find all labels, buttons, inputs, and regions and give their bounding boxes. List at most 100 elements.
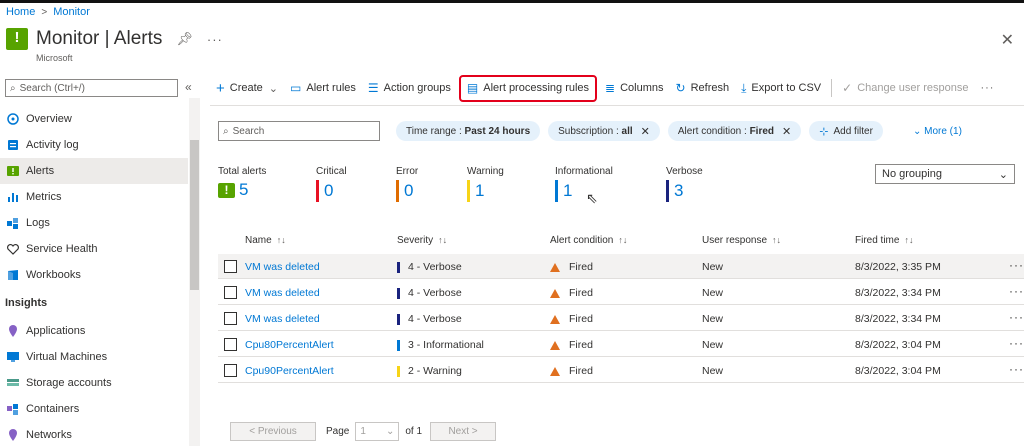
column-header-user-response[interactable]: User response ↑↓ bbox=[702, 235, 781, 246]
table-row[interactable]: Cpu80PercentAlert 3 - Informational Fire… bbox=[218, 332, 1024, 357]
row-checkbox[interactable] bbox=[224, 338, 237, 351]
row-more-icon[interactable]: ··· bbox=[1009, 362, 1024, 376]
summary-warning-value: 1 bbox=[475, 181, 485, 200]
toolbar-more-button[interactable]: ··· bbox=[974, 76, 1000, 100]
summary-warning-label: Warning bbox=[467, 166, 504, 177]
alerts-search-input[interactable]: ⌕ Search bbox=[218, 121, 380, 141]
more-filters-link[interactable]: ⌄ More (1) bbox=[913, 126, 962, 137]
sidebar-scrollbar[interactable] bbox=[189, 98, 200, 446]
more-icon[interactable]: ··· bbox=[207, 32, 223, 47]
alert-name-link[interactable]: VM was deleted bbox=[245, 313, 320, 325]
row-checkbox[interactable] bbox=[224, 312, 237, 325]
create-button[interactable]: + Create ⌄ bbox=[210, 76, 284, 100]
sidebar: ⌕ Search (Ctrl+/) « Overview Activity lo… bbox=[0, 76, 202, 446]
row-checkbox[interactable] bbox=[224, 364, 237, 377]
breadcrumb-home[interactable]: Home bbox=[6, 6, 35, 18]
page-count: of 1 bbox=[405, 426, 423, 437]
summary-critical-value: 0 bbox=[324, 181, 334, 200]
sidebar-item-label: Activity log bbox=[26, 139, 79, 151]
column-header-severity[interactable]: Severity ↑↓ bbox=[397, 235, 447, 246]
alert-processing-rules-icon: ▤ bbox=[466, 81, 479, 95]
pin-icon[interactable]: 📌︎ bbox=[176, 31, 193, 47]
previous-page-button[interactable]: < Previous bbox=[230, 422, 316, 441]
sidebar-item-label: Metrics bbox=[26, 191, 62, 203]
sidebar-item-applications[interactable]: Applications bbox=[0, 318, 188, 344]
row-checkbox[interactable] bbox=[224, 286, 237, 299]
row-more-icon[interactable]: ··· bbox=[1009, 310, 1024, 324]
subscription-filter[interactable]: Subscription : all ✕ bbox=[548, 121, 660, 141]
table-row[interactable]: Cpu90PercentAlert 2 - Warning Fired New … bbox=[218, 358, 1024, 383]
summary-warning[interactable]: Warning 1 bbox=[467, 166, 504, 202]
sidebar-search-placeholder: Search (Ctrl+/) bbox=[19, 82, 85, 94]
sort-icon: ↑↓ bbox=[276, 234, 286, 245]
next-page-button[interactable]: Next > bbox=[430, 422, 497, 441]
logs-icon bbox=[6, 216, 20, 230]
fired-time-value: 8/3/2022, 3:04 PM bbox=[855, 339, 941, 351]
sidebar-item-storage-accounts[interactable]: Storage accounts bbox=[0, 370, 188, 396]
change-user-response-button[interactable]: ✓ Change user response bbox=[836, 76, 974, 100]
alert-name-link[interactable]: Cpu80PercentAlert bbox=[245, 339, 334, 351]
table-row[interactable]: VM was deleted 4 - Verbose Fired New 8/3… bbox=[218, 306, 1024, 331]
summary-error[interactable]: Error 0 bbox=[396, 166, 418, 202]
refresh-button[interactable]: ↻ Refresh bbox=[670, 76, 736, 100]
column-header-name[interactable]: Name ↑↓ bbox=[245, 235, 286, 246]
table-row[interactable]: VM was deleted 4 - Verbose Fired New 8/3… bbox=[218, 280, 1024, 305]
sidebar-item-networks[interactable]: Networks bbox=[0, 422, 188, 446]
action-groups-label: Action groups bbox=[383, 82, 451, 94]
row-more-icon[interactable]: ··· bbox=[1009, 284, 1024, 298]
row-checkbox[interactable] bbox=[224, 260, 237, 273]
breadcrumb-monitor[interactable]: Monitor bbox=[53, 6, 90, 18]
sidebar-item-service-health[interactable]: Service Health bbox=[0, 236, 188, 262]
summary-critical[interactable]: Critical 0 bbox=[316, 166, 347, 202]
warning-icon bbox=[550, 366, 560, 376]
add-filter-button[interactable]: ⊹ Add filter bbox=[809, 121, 883, 141]
sidebar-item-overview[interactable]: Overview bbox=[0, 106, 188, 132]
alert-name-link[interactable]: Cpu90PercentAlert bbox=[245, 365, 334, 377]
column-header-fired-time[interactable]: Fired time ↑↓ bbox=[855, 235, 913, 246]
alert-rules-button[interactable]: ▭ Alert rules bbox=[284, 76, 362, 100]
close-icon[interactable]: ✕ bbox=[641, 125, 650, 138]
verbose-bar bbox=[666, 180, 669, 202]
close-icon[interactable]: ✕ bbox=[782, 125, 791, 138]
condition-value: Fired bbox=[569, 313, 593, 325]
sidebar-item-logs[interactable]: Logs bbox=[0, 210, 188, 236]
export-csv-button[interactable]: ⤓ Export to CSV bbox=[735, 76, 827, 100]
sidebar-item-virtual-machines[interactable]: Virtual Machines bbox=[0, 344, 188, 370]
header-severity-label: Severity bbox=[397, 234, 434, 246]
grouping-select[interactable]: No grouping ⌄ bbox=[875, 164, 1015, 184]
sidebar-item-alerts[interactable]: Alerts bbox=[0, 158, 188, 184]
change-response-label: Change user response bbox=[857, 82, 969, 94]
severity-value: 4 - Verbose bbox=[408, 261, 462, 273]
sidebar-item-label: Virtual Machines bbox=[26, 351, 108, 363]
page-title: Monitor | Alerts bbox=[36, 28, 163, 49]
summary-total[interactable]: Total alerts 5 bbox=[218, 166, 266, 200]
sidebar-item-containers[interactable]: Containers bbox=[0, 396, 188, 422]
collapse-sidebar-icon[interactable]: « bbox=[185, 80, 192, 94]
action-groups-button[interactable]: ☰ Action groups bbox=[362, 76, 457, 100]
alert-processing-rules-button[interactable]: ▤ Alert processing rules bbox=[458, 74, 598, 102]
summary-verbose[interactable]: Verbose 3 bbox=[666, 166, 703, 202]
time-range-filter[interactable]: Time range : Past 24 hours bbox=[396, 121, 541, 141]
overview-icon bbox=[6, 112, 20, 126]
summary-informational[interactable]: Informational 1 bbox=[555, 166, 613, 202]
sidebar-item-label: Networks bbox=[26, 429, 72, 441]
fired-time-value: 8/3/2022, 3:34 PM bbox=[855, 287, 941, 299]
sidebar-item-activity-log[interactable]: Activity log bbox=[0, 132, 188, 158]
alerts-icon bbox=[218, 182, 235, 198]
alert-name-link[interactable]: VM was deleted bbox=[245, 287, 320, 299]
columns-button[interactable]: ≣ Columns bbox=[599, 76, 669, 100]
sidebar-item-workbooks[interactable]: Workbooks bbox=[0, 262, 188, 288]
scrollbar-thumb[interactable] bbox=[190, 140, 199, 290]
alert-condition-filter[interactable]: Alert condition : Fired ✕ bbox=[667, 121, 802, 141]
close-icon[interactable]: ✕ bbox=[1001, 30, 1014, 50]
table-row[interactable]: VM was deleted 4 - Verbose Fired New 8/3… bbox=[218, 254, 1024, 279]
alert-name-link[interactable]: VM was deleted bbox=[245, 261, 320, 273]
sidebar-search-input[interactable]: ⌕ Search (Ctrl+/) bbox=[5, 79, 178, 97]
page-select[interactable]: 1 ⌄ bbox=[355, 422, 400, 441]
subscription-value: all bbox=[621, 125, 633, 137]
row-more-icon[interactable]: ··· bbox=[1009, 258, 1024, 272]
more-icon: ··· bbox=[980, 82, 995, 94]
column-header-alert-condition[interactable]: Alert condition ↑↓ bbox=[550, 235, 627, 246]
sidebar-item-metrics[interactable]: Metrics bbox=[0, 184, 188, 210]
row-more-icon[interactable]: ··· bbox=[1009, 336, 1024, 350]
